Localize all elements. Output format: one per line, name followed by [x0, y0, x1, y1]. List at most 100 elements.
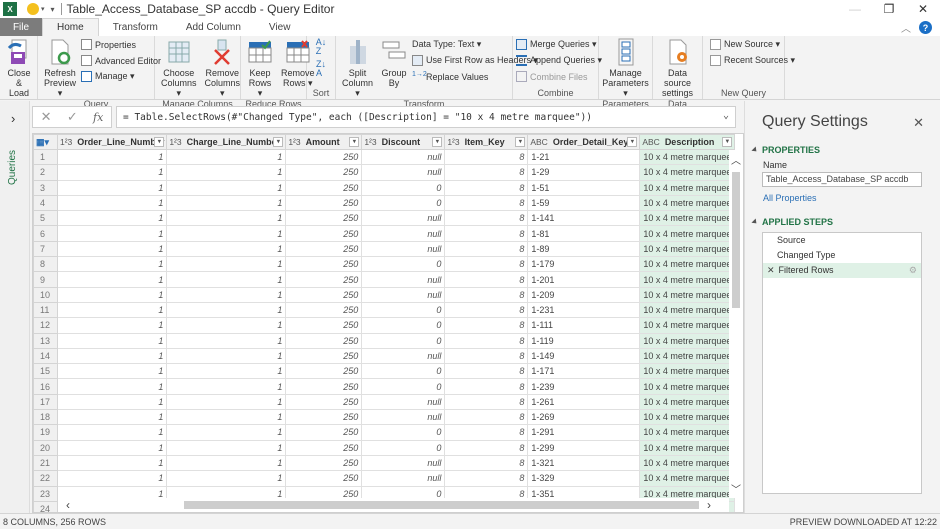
- column-header-order-line-number[interactable]: 1²3 Order_Line_Number ▾: [56, 134, 168, 150]
- column-header-item-key[interactable]: 1²3 Item_Key ▾: [444, 134, 529, 150]
- cell-description[interactable]: 10 x 4 metre marquee: [639, 210, 736, 227]
- cell-amount[interactable]: 250: [285, 286, 363, 303]
- cell-description[interactable]: 10 x 4 metre marquee: [639, 409, 736, 426]
- scroll-right-icon[interactable]: ›: [707, 498, 711, 512]
- cell-charge-line-number[interactable]: 1: [166, 470, 287, 487]
- row-number[interactable]: 17: [33, 393, 58, 411]
- cell-item-key[interactable]: 8: [444, 225, 529, 242]
- row-number[interactable]: 12: [33, 317, 58, 334]
- quick-access-customize-icon[interactable]: ▾: [51, 5, 55, 14]
- cell-amount[interactable]: 250: [285, 240, 363, 258]
- cell-amount[interactable]: 250: [285, 409, 363, 426]
- cell-discount[interactable]: 0: [361, 194, 446, 212]
- cell-charge-line-number[interactable]: 1: [166, 240, 287, 258]
- row-number[interactable]: 24: [33, 500, 58, 512]
- cell-order-line-number[interactable]: 1: [56, 393, 168, 411]
- merge-queries-button[interactable]: Merge Queries ▾: [516, 38, 602, 51]
- row-number[interactable]: 9: [33, 271, 58, 288]
- cell-charge-line-number[interactable]: 1: [166, 332, 287, 349]
- cell-discount[interactable]: 0: [361, 363, 446, 380]
- cell-discount[interactable]: 0: [361, 256, 446, 273]
- cancel-formula-icon[interactable]: ✕: [41, 109, 52, 125]
- tab-file[interactable]: File: [0, 18, 42, 36]
- cell-order-line-number[interactable]: 1: [56, 148, 168, 166]
- advanced-editor-button[interactable]: Advanced Editor: [81, 54, 161, 67]
- step-settings-gear-icon[interactable]: ⚙: [909, 263, 917, 278]
- expand-queries-chevron-icon[interactable]: ›: [11, 111, 15, 126]
- cell-order-detail-key[interactable]: 1-141: [527, 210, 641, 227]
- cell-discount[interactable]: null: [361, 210, 446, 227]
- cell-discount[interactable]: 0: [361, 179, 446, 196]
- cell-order-detail-key[interactable]: 1-171: [527, 363, 641, 380]
- scroll-up-icon[interactable]: ︿: [731, 152, 741, 167]
- cell-item-key[interactable]: 8: [444, 347, 529, 365]
- cell-description[interactable]: 10 x 4 metre marquee: [639, 332, 736, 349]
- cell-description[interactable]: 10 x 4 metre marquee: [639, 286, 736, 303]
- step-source[interactable]: Source: [763, 233, 921, 248]
- row-number[interactable]: 1: [33, 148, 58, 166]
- cell-order-line-number[interactable]: 1: [56, 470, 168, 487]
- cell-discount[interactable]: null: [361, 454, 446, 472]
- cell-description[interactable]: 10 x 4 metre marquee: [639, 424, 736, 441]
- cell-charge-line-number[interactable]: 1: [166, 164, 287, 181]
- column-dropdown-icon[interactable]: ▾: [349, 137, 360, 147]
- cell-order-detail-key[interactable]: 1-299: [527, 439, 641, 456]
- cell-amount[interactable]: 250: [285, 194, 363, 212]
- cell-discount[interactable]: null: [361, 393, 446, 411]
- queries-pane-label[interactable]: Queries: [7, 150, 18, 185]
- cell-description[interactable]: 10 x 4 metre marquee: [639, 393, 736, 411]
- cell-description[interactable]: 10 x 4 metre marquee: [639, 164, 736, 181]
- minimize-button[interactable]: —: [838, 0, 872, 18]
- cell-discount[interactable]: 0: [361, 439, 446, 456]
- cell-item-key[interactable]: 8: [444, 194, 529, 212]
- smiley-feedback-icon[interactable]: [27, 3, 39, 15]
- cell-order-detail-key[interactable]: 1-89: [527, 240, 641, 258]
- cell-charge-line-number[interactable]: 1: [166, 363, 287, 380]
- row-number[interactable]: 20: [33, 439, 58, 456]
- filter-applied-icon[interactable]: ▼: [722, 137, 733, 147]
- cell-order-detail-key[interactable]: 1-21: [527, 148, 641, 166]
- column-header-discount[interactable]: 1²3 Discount ▾: [361, 134, 446, 150]
- cell-order-detail-key[interactable]: 1-209: [527, 286, 641, 303]
- cell-order-line-number[interactable]: 1: [56, 225, 168, 242]
- cell-order-line-number[interactable]: 1: [56, 286, 168, 303]
- cell-charge-line-number[interactable]: 1: [166, 286, 287, 303]
- help-icon[interactable]: ?: [919, 21, 932, 34]
- cell-order-line-number[interactable]: 1: [56, 301, 168, 319]
- cell-item-key[interactable]: 8: [444, 301, 529, 319]
- cell-amount[interactable]: 250: [285, 454, 363, 472]
- horizontal-scroll-thumb[interactable]: [184, 501, 699, 509]
- cell-amount[interactable]: 250: [285, 439, 363, 456]
- cell-charge-line-number[interactable]: 1: [166, 256, 287, 273]
- cell-description[interactable]: 10 x 4 metre marquee: [639, 347, 736, 365]
- sort-ascending-icon[interactable]: A↓ Z: [316, 38, 327, 56]
- cell-item-key[interactable]: 8: [444, 179, 529, 196]
- data-source-settings-button[interactable]: Data source settings: [656, 38, 699, 98]
- cell-order-detail-key[interactable]: 1-29: [527, 164, 641, 181]
- cell-order-line-number[interactable]: 1: [56, 256, 168, 273]
- cell-order-detail-key[interactable]: 1-59: [527, 194, 641, 212]
- cell-item-key[interactable]: 8: [444, 363, 529, 380]
- group-by-button[interactable]: Group By: [378, 38, 410, 88]
- scroll-down-icon[interactable]: ﹀: [731, 481, 741, 496]
- cell-discount[interactable]: null: [361, 409, 446, 426]
- cell-item-key[interactable]: 8: [444, 317, 529, 334]
- cell-amount[interactable]: 250: [285, 347, 363, 365]
- combine-files-button[interactable]: Combine Files: [516, 70, 602, 83]
- cell-item-key[interactable]: 8: [444, 424, 529, 441]
- cell-discount[interactable]: 0: [361, 378, 446, 395]
- cell-order-detail-key[interactable]: 1-119: [527, 332, 641, 349]
- horizontal-scrollbar[interactable]: ‹ ›: [58, 498, 729, 512]
- row-number[interactable]: 15: [33, 363, 58, 380]
- split-column-button[interactable]: Split Column ▾: [339, 38, 376, 98]
- cell-order-detail-key[interactable]: 1-231: [527, 301, 641, 319]
- cell-order-line-number[interactable]: 1: [56, 378, 168, 395]
- cell-order-detail-key[interactable]: 1-269: [527, 409, 641, 426]
- cell-item-key[interactable]: 8: [444, 393, 529, 411]
- column-dropdown-icon[interactable]: ▾: [273, 137, 284, 147]
- cell-item-key[interactable]: 8: [444, 378, 529, 395]
- cell-charge-line-number[interactable]: 1: [166, 454, 287, 472]
- cell-order-detail-key[interactable]: 1-261: [527, 393, 641, 411]
- cell-description[interactable]: 10 x 4 metre marquee: [639, 301, 736, 319]
- row-number[interactable]: 5: [33, 210, 58, 227]
